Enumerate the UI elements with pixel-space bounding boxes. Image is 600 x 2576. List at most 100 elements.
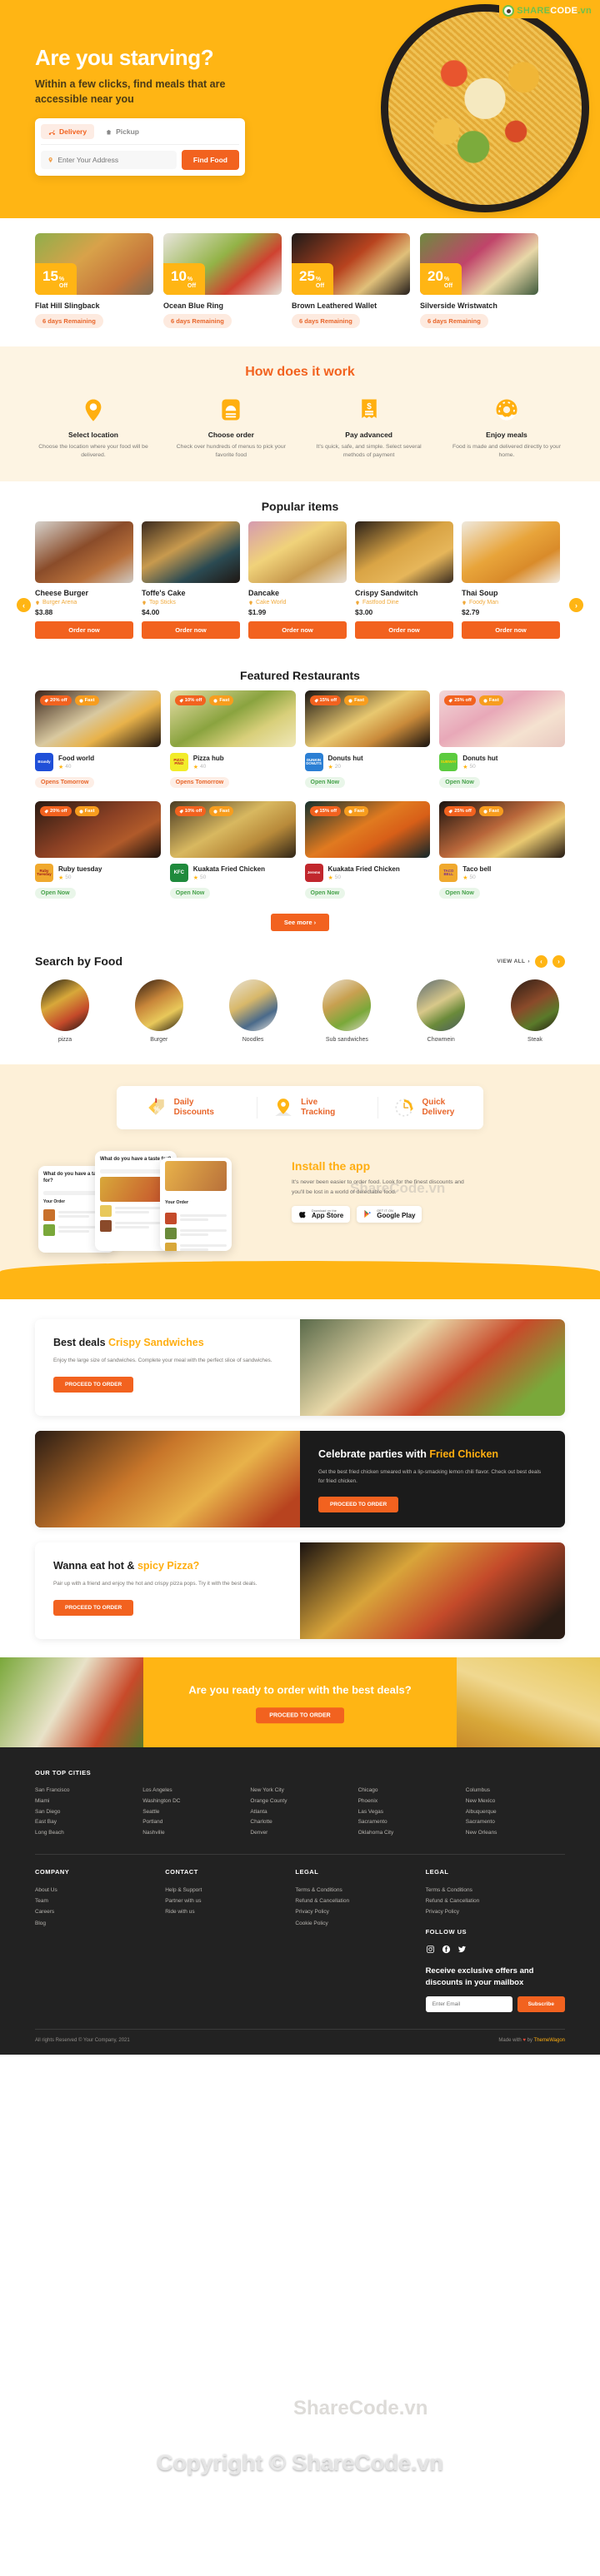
footer-city-link[interactable]: Long Beach [35,1828,134,1839]
tab-delivery[interactable]: Delivery [41,124,95,140]
how-step: $ Pay advanced It's quick, safe, and sim… [311,396,428,460]
footer-city-link[interactable]: San Diego [35,1807,134,1818]
restaurant-card[interactable]: 10% off Fast KFC Kuakata Fried Chicken ★… [169,801,296,899]
footer-link[interactable]: Privacy Policy [426,1906,565,1917]
footer-city-link[interactable]: Denver [250,1828,349,1839]
view-all-link[interactable]: VIEW ALL › [497,959,530,964]
popular-item-card[interactable]: Toffe's Cake Top Sticks $4.00 Order now [142,521,240,640]
food-category-item[interactable]: Chowmein [411,979,471,1043]
deal-card[interactable]: 10 % Off Ocean Blue Ring 6 days Remaining [163,233,282,328]
restaurant-card[interactable]: 10% off Fast PIZZA PINO Pizza hub ★ 40 Op… [169,690,296,789]
food-category-item[interactable]: pizza [35,979,95,1043]
footer-city-link[interactable]: New Mexico [466,1796,565,1807]
cta-order-button[interactable]: PROCEED TO ORDER [256,1707,344,1724]
order-now-button[interactable]: Order now [355,621,453,640]
footer-city-link[interactable]: Sacramento [358,1817,458,1828]
google-play-button[interactable]: GET IT ON Google Play [357,1205,422,1223]
footer-link[interactable]: Ride with us [165,1906,287,1917]
deal-badge: 15 % Off [35,263,78,295]
footer-city-link[interactable]: Los Angeles [142,1786,242,1796]
footer-city-link[interactable]: Albuquerque [466,1807,565,1818]
food-category-item[interactable]: Burger [129,979,189,1043]
footer-city-link[interactable]: Las Vegas [358,1807,458,1818]
footer-city-link[interactable]: Nashville [142,1828,242,1839]
food-next-button[interactable]: › [552,954,565,968]
popular-item-card[interactable]: Cheese Burger Burger Arena $3.88 Order n… [35,521,133,640]
popular-next-button[interactable]: › [569,598,583,613]
footer-city-link[interactable]: Columbus [466,1786,565,1796]
footer-city-link[interactable]: Oklahoma City [358,1828,458,1839]
promo-order-button[interactable]: PROCEED TO ORDER [53,1599,134,1616]
restaurant-card[interactable]: 20% off Fast Brandy Food world ★ 40 Opens… [35,690,161,789]
footer-city-link[interactable]: Washington DC [142,1796,242,1807]
see-more-button[interactable]: See more › [270,914,330,932]
footer-link[interactable]: Team [35,1896,157,1906]
footer-link[interactable]: Privacy Policy [295,1906,417,1917]
popular-item-card[interactable]: Dancake Cake World $1.99 Order now [248,521,347,640]
footer-link[interactable]: Partner with us [165,1896,287,1906]
footer-city-link[interactable]: Atlanta [250,1807,349,1818]
promo-card[interactable]: Best deals Crispy Sandwiches Enjoy the l… [35,1319,565,1417]
footer-city-link[interactable]: San Francisco [35,1786,134,1796]
footer-city-link[interactable]: New Orleans [466,1828,565,1839]
footer-city-link[interactable]: Portland [142,1817,242,1828]
made-by-brand[interactable]: ThemeWagon [534,2038,565,2043]
footer-link[interactable]: Careers [35,1906,157,1917]
deal-card[interactable]: 20 % Off Silverside Wristwatch 6 days Rem… [420,233,538,328]
footer-link[interactable]: About Us [35,1885,157,1896]
footer-city-link[interactable]: Chicago [358,1786,458,1796]
twitter-icon[interactable] [458,1945,467,1954]
footer-city-link[interactable]: Phoenix [358,1796,458,1807]
restaurant-card[interactable]: 15% off Fast DUNKIN DONUTS Donuts hut ★ 2… [304,690,431,789]
footer-city-link[interactable]: Sacramento [466,1817,565,1828]
footer-city-link[interactable]: Seattle [142,1807,242,1818]
footer-city-link[interactable]: Orange County [250,1796,349,1807]
tab-pickup[interactable]: Pickup [98,124,147,139]
food-category-item[interactable]: Noodles [223,979,283,1043]
order-now-button[interactable]: Order now [142,621,240,640]
restaurant-logo: TACO BELL [439,864,458,883]
footer-city-link[interactable]: Charlotte [250,1817,349,1828]
footer-link[interactable]: Refund & Cancellation [426,1896,565,1906]
popular-item-image [35,521,133,584]
popular-prev-button[interactable]: ‹ [17,598,31,613]
promo-order-button[interactable]: PROCEED TO ORDER [53,1376,134,1393]
deal-card[interactable]: 25 % Off Brown Leathered Wallet 6 days Re… [292,233,410,328]
app-store-button[interactable]: Download on the App Store [292,1205,351,1223]
footer-link[interactable]: Terms & Conditions [295,1885,417,1896]
deal-off-label: Off [443,282,453,289]
footer-link[interactable]: Cookie Policy [295,1918,417,1929]
promo-card[interactable]: Wanna eat hot & spicy Pizza? Pair up wit… [35,1542,565,1640]
footer-link[interactable]: Refund & Cancellation [295,1896,417,1906]
discount-tag: 15% off [309,806,342,817]
facebook-icon[interactable] [442,1945,451,1954]
restaurant-card[interactable]: 20% off Fast Ruby Tuesday Ruby tuesday ★… [35,801,161,899]
deal-card[interactable]: 15 % Off Flat Hill Slingback 6 days Remai… [35,233,153,328]
footer-city-link[interactable]: East Bay [35,1817,134,1828]
search-input[interactable] [58,156,170,165]
promo-order-button[interactable]: PROCEED TO ORDER [318,1497,399,1513]
newsletter-email-input[interactable] [425,1996,512,2013]
food-category-item[interactable]: Sub sandwiches [317,979,377,1043]
food-category-item[interactable]: Steak [505,979,565,1043]
order-now-button[interactable]: Order now [248,621,347,640]
restaurant-card[interactable]: 25% off Fast SUBWAY Donuts hut ★ 50 Open … [439,690,565,789]
subscribe-button[interactable]: Subscribe [517,1996,565,2013]
food-prev-button[interactable]: ‹ [535,954,548,968]
instagram-icon[interactable] [426,1945,435,1954]
footer-link[interactable]: Blog [35,1918,157,1929]
footer-link[interactable]: Help & Support [165,1885,287,1896]
feature-line2: Tracking [301,1108,336,1118]
order-now-button[interactable]: Order now [35,621,133,640]
footer-link[interactable]: Terms & Conditions [426,1885,565,1896]
popular-item-card[interactable]: Crispy Sandwitch Fastfood Dine $3.00 Ord… [355,521,453,640]
find-food-button[interactable]: Find Food [181,150,239,171]
footer-city-link[interactable]: Miami [35,1796,134,1807]
restaurant-card[interactable]: 25% off Fast TACO BELL Taco bell ★ 50 Ope… [439,801,565,899]
promo-card[interactable]: Celebrate parties with Fried Chicken Get… [35,1431,565,1528]
footer-city-link[interactable]: New York City [250,1786,349,1796]
footer-column-heading: COMPANY [35,1867,70,1876]
popular-item-card[interactable]: Thai Soup Foody Man $2.79 Order now [462,521,560,640]
restaurant-card[interactable]: 15% off Fast Jerems Kuakata Fried Chicke… [304,801,431,899]
order-now-button[interactable]: Order now [462,621,560,640]
